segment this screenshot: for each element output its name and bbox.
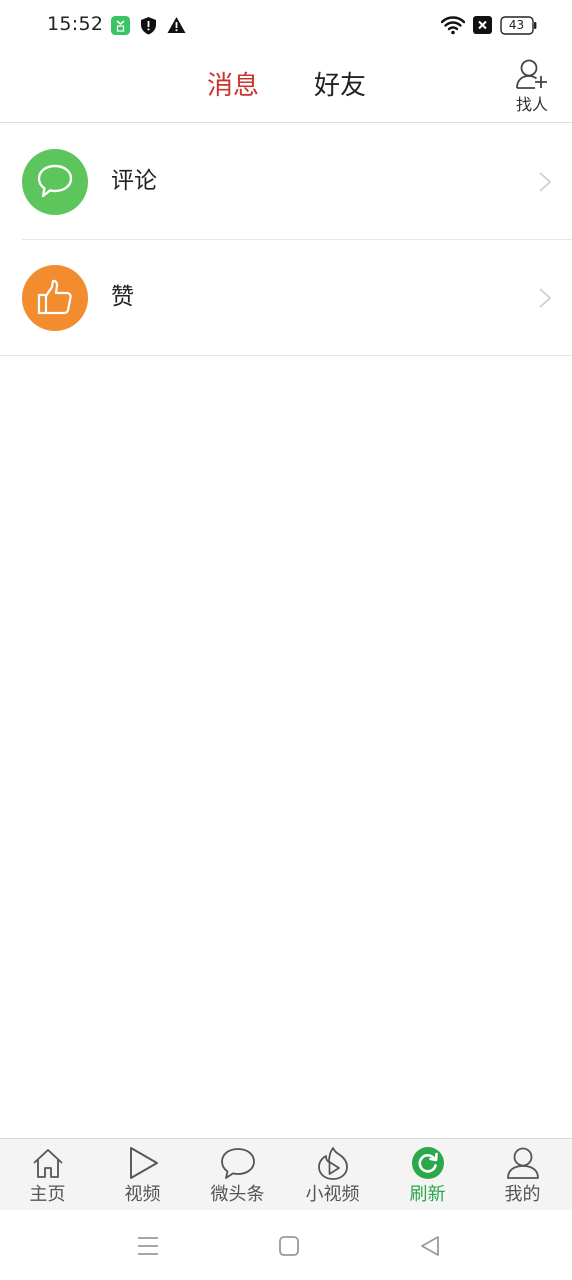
nav-micro-headlines[interactable]: 微头条	[190, 1139, 285, 1211]
find-people-label: 找人	[515, 95, 548, 114]
nav-profile[interactable]: 我的	[475, 1139, 570, 1211]
nav-refresh[interactable]: 刷新	[380, 1139, 475, 1211]
play-icon	[129, 1147, 158, 1179]
menu-icon[interactable]	[136, 1234, 160, 1258]
home-square-icon[interactable]	[277, 1234, 301, 1258]
chevron-right-icon	[539, 288, 552, 308]
nav-label: 刷新	[409, 1184, 446, 1205]
system-navigation-bar	[0, 1210, 572, 1280]
speech-bubble-icon	[220, 1148, 255, 1179]
find-people-button[interactable]: 找人	[509, 58, 555, 118]
nav-label: 我的	[504, 1184, 541, 1205]
nav-label: 小视频	[305, 1184, 360, 1205]
nav-label: 微头条	[210, 1184, 265, 1205]
status-bar: 15:52 43	[0, 0, 572, 52]
comment-icon-circle	[22, 149, 88, 215]
nav-label: 视频	[124, 1184, 161, 1205]
nav-video[interactable]: 视频	[95, 1139, 190, 1211]
refresh-icon	[411, 1147, 444, 1179]
add-user-icon	[516, 59, 547, 89]
nav-short-video[interactable]: 小视频	[285, 1139, 380, 1211]
screen: 15:52 43 消息 好友 找人 评论 赞 主页 视频 微头条 小视频 刷新 …	[0, 0, 572, 1280]
list-item-label: 赞	[111, 284, 134, 310]
nav-home[interactable]: 主页	[0, 1139, 95, 1211]
shield-icon	[141, 17, 156, 35]
warning-icon	[167, 17, 186, 33]
message-category-list: 评论 赞	[0, 124, 572, 356]
x-box-icon	[473, 16, 492, 34]
bottom-navigation: 主页 视频 微头条 小视频 刷新 我的	[0, 1138, 572, 1210]
list-item-comments[interactable]: 评论	[0, 124, 572, 240]
wifi-icon	[441, 16, 465, 35]
status-time: 15:52	[47, 13, 104, 35]
chevron-right-icon	[539, 172, 552, 192]
tab-friends[interactable]: 好友	[314, 66, 366, 106]
app-notification-icon	[111, 16, 130, 35]
flame-play-icon	[317, 1147, 348, 1180]
like-icon-circle	[22, 265, 88, 331]
user-icon	[506, 1147, 539, 1179]
battery-level: 43	[508, 18, 525, 32]
comment-bubble-icon	[37, 164, 73, 198]
thumbs-up-icon	[37, 279, 72, 315]
back-triangle-icon[interactable]	[418, 1234, 442, 1258]
tab-messages[interactable]: 消息	[207, 66, 259, 106]
home-icon	[32, 1149, 63, 1178]
header: 消息 好友 找人	[0, 52, 572, 123]
list-item-label: 评论	[111, 168, 157, 194]
list-item-likes[interactable]: 赞	[0, 240, 572, 356]
nav-label: 主页	[29, 1184, 66, 1205]
